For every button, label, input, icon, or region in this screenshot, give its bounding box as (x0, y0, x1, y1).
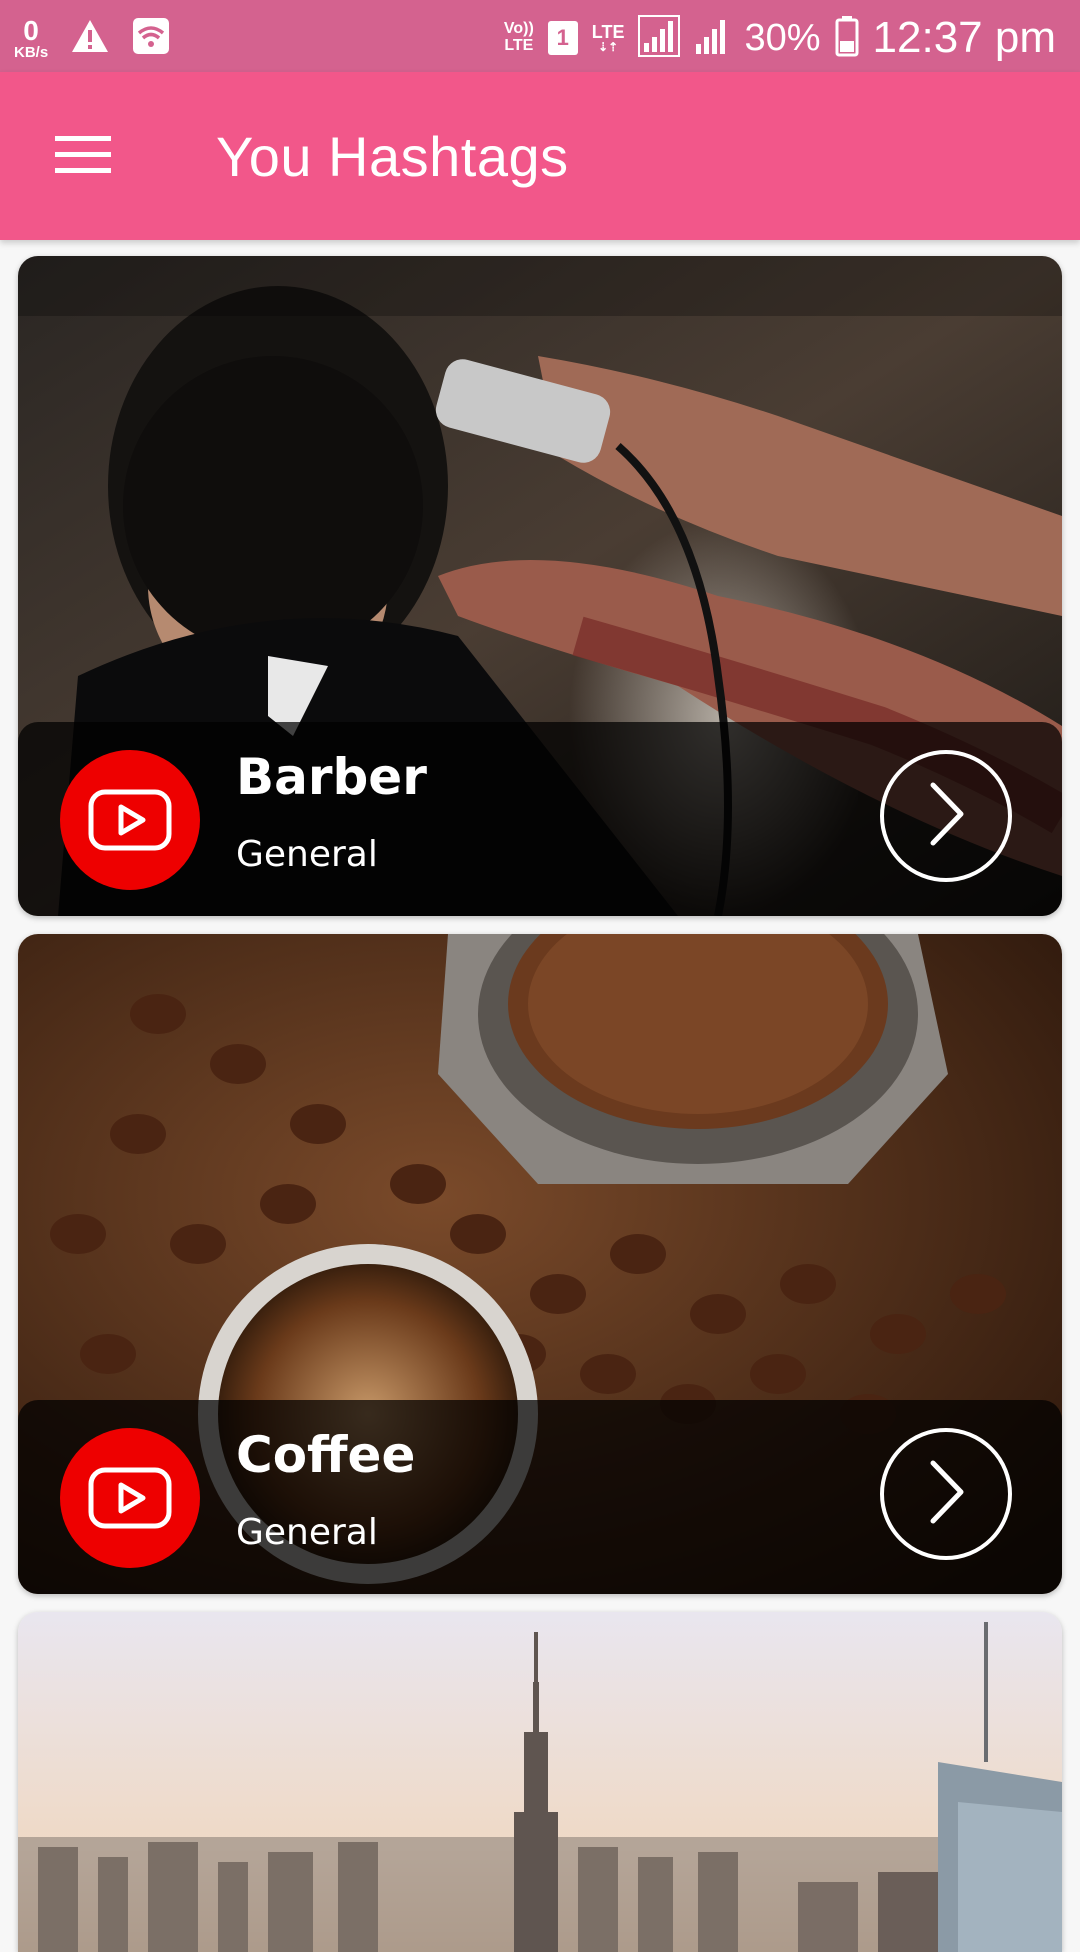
youtube-play-icon (60, 1428, 200, 1568)
page-title: You Hashtags (216, 125, 569, 188)
hashtag-card-city[interactable] (18, 1612, 1062, 1952)
hashtag-card-coffee[interactable]: Coffee General (18, 934, 1062, 1594)
volte-bottom: LTE (504, 37, 534, 54)
clock: 12:37 pm (872, 13, 1056, 62)
youtube-play-icon (60, 750, 200, 890)
network-speed-unit: KB/s (14, 43, 49, 61)
card-info-bar: Barber General (18, 722, 1062, 916)
card-image-city (18, 1612, 1062, 1952)
sim-slot-badge: 1 (547, 21, 578, 55)
menu-button[interactable] (38, 112, 128, 202)
status-bar: 0 KB/s Vo)) LTE 1 LTE ⇣⇡ 30% 12:37 pm (0, 0, 1080, 72)
volte-top: Vo)) (503, 20, 534, 38)
hashtag-card-barber[interactable]: Barber General (18, 256, 1062, 916)
open-card-button[interactable] (880, 1428, 1012, 1560)
lte-label: LTE (591, 22, 625, 42)
app-bar: You Hashtags (0, 72, 1080, 240)
signal-icon (638, 15, 681, 61)
chevron-right-icon (921, 1457, 971, 1531)
card-title: Barber (236, 748, 427, 806)
warning-icon (70, 18, 110, 58)
volte-indicator: Vo)) LTE (503, 20, 534, 55)
battery-percent: 30% (744, 16, 821, 59)
wifi-icon (132, 17, 170, 59)
network-speed-value: 0 (23, 14, 39, 46)
chevron-right-icon (921, 779, 971, 853)
signal-icon (694, 16, 730, 60)
status-right: Vo)) LTE 1 LTE ⇣⇡ 30% 12:37 pm (504, 8, 1056, 68)
lte-indicator: LTE ⇣⇡ (591, 22, 625, 54)
hamburger-menu-icon (55, 134, 111, 180)
card-title: Coffee (236, 1426, 416, 1484)
status-left: 0 KB/s (14, 10, 170, 66)
card-subtitle: General (236, 834, 378, 875)
open-card-button[interactable] (880, 750, 1012, 882)
network-speed: 0 KB/s (14, 14, 49, 61)
card-subtitle: General (236, 1512, 378, 1553)
battery-icon (835, 15, 859, 61)
card-info-bar: Coffee General (18, 1400, 1062, 1594)
